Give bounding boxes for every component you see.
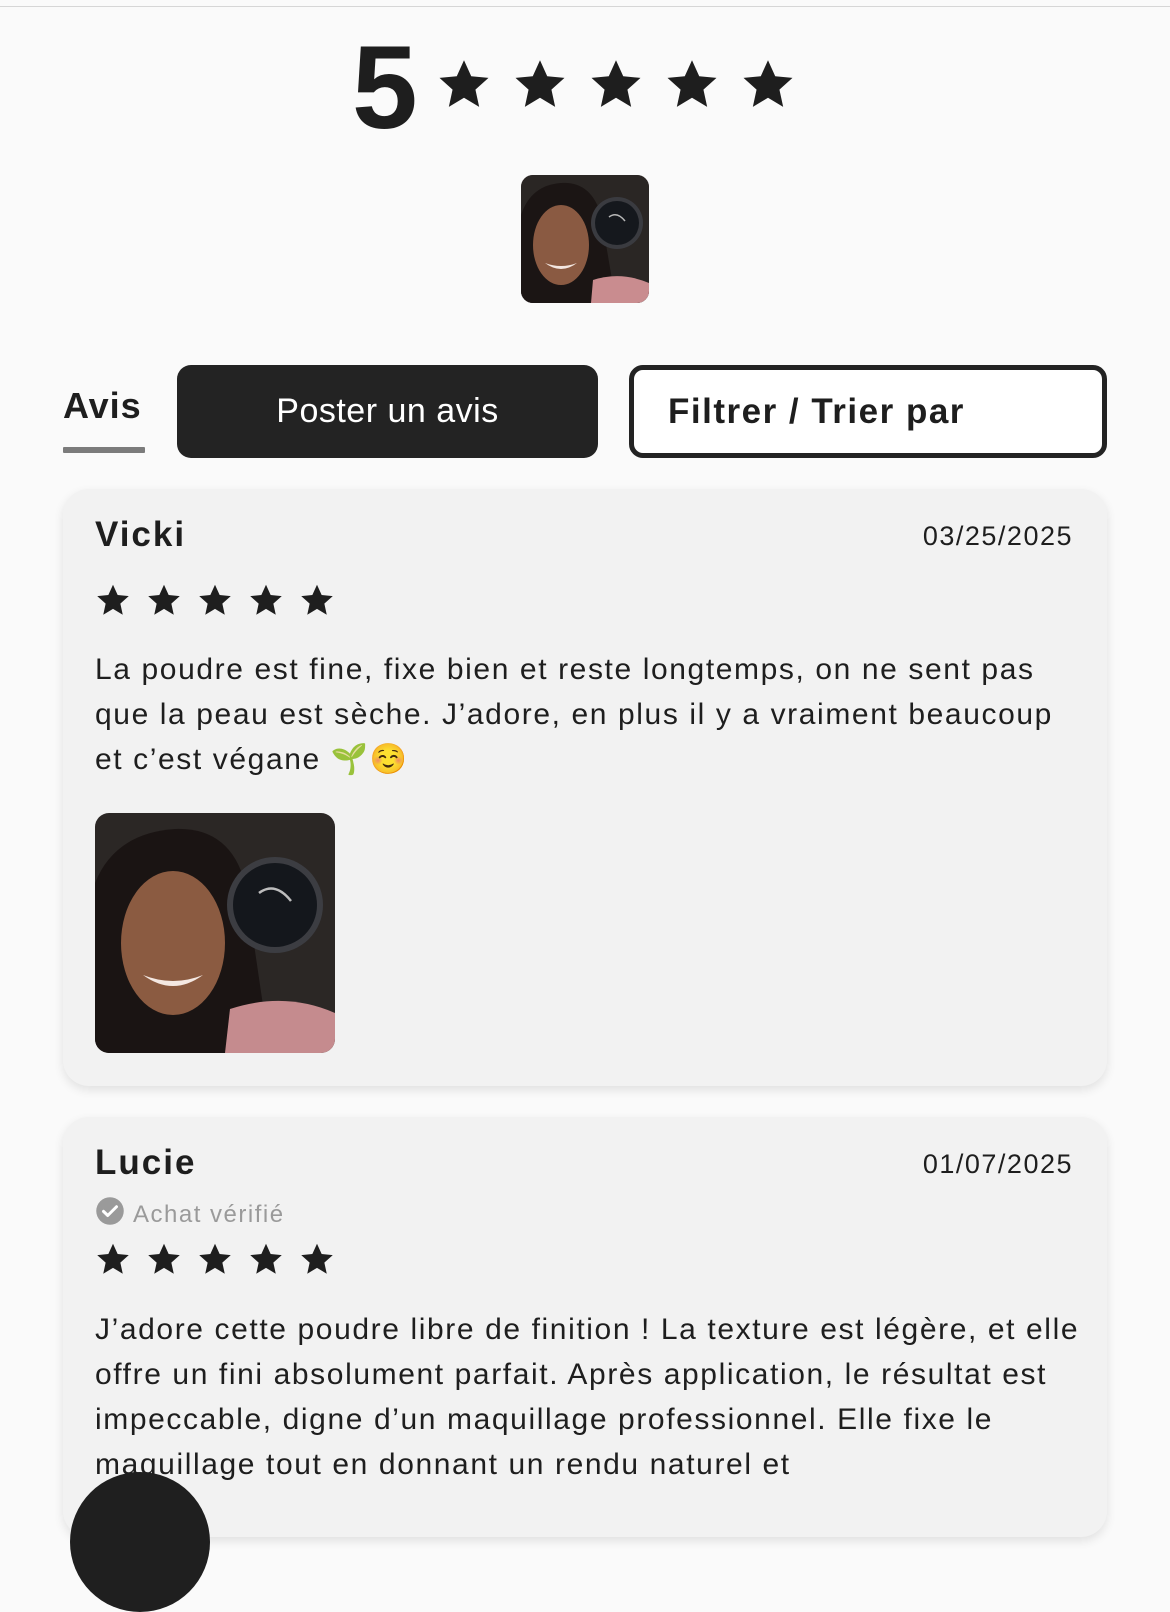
star-icon	[299, 1241, 335, 1277]
star-icon	[436, 56, 492, 112]
star-icon	[95, 1241, 131, 1277]
star-icon	[95, 582, 131, 618]
filter-sort-button[interactable]: Filtrer / Trier par	[629, 365, 1107, 458]
top-divider	[0, 6, 1170, 7]
review-media-thumbnail[interactable]	[521, 175, 649, 303]
star-icon	[664, 56, 720, 112]
rating-summary: 5	[0, 28, 1170, 148]
review-card: Vicki 03/25/2025 La poudre est fine, fix…	[63, 489, 1107, 1086]
review-date: 01/07/2025	[922, 1149, 1073, 1179]
average-rating: 5	[352, 22, 418, 154]
review-author: Vicki	[95, 515, 187, 554]
review-star-row	[95, 582, 335, 618]
star-icon	[299, 582, 335, 618]
star-icon	[146, 1241, 182, 1277]
verified-purchase-badge: Achat vérifié	[95, 1196, 285, 1233]
check-circle-icon	[95, 1196, 125, 1233]
verified-label: Achat vérifié	[133, 1200, 285, 1228]
review-star-row	[95, 1241, 335, 1277]
tab-reviews[interactable]: Avis	[63, 384, 145, 428]
review-card: Lucie 01/07/2025 Achat vérifié J’adore c…	[63, 1117, 1107, 1537]
star-icon	[197, 1241, 233, 1277]
star-icon	[197, 582, 233, 618]
star-icon	[248, 1241, 284, 1277]
star-icon	[588, 56, 644, 112]
review-text: La poudre est fine, fixe bien et reste l…	[95, 653, 1053, 776]
average-star-row	[436, 56, 796, 112]
review-text: J’adore cette poudre libre de finition !…	[95, 1313, 1080, 1481]
star-icon	[740, 56, 796, 112]
chat-launcher-button[interactable]	[70, 1472, 210, 1612]
star-icon	[146, 582, 182, 618]
review-date: 03/25/2025	[922, 521, 1073, 551]
star-icon	[512, 56, 568, 112]
review-photo[interactable]	[95, 813, 335, 1053]
post-review-button[interactable]: Poster un avis	[177, 365, 598, 458]
tab-active-indicator	[63, 447, 145, 453]
star-icon	[248, 582, 284, 618]
review-author: Lucie	[95, 1143, 197, 1182]
